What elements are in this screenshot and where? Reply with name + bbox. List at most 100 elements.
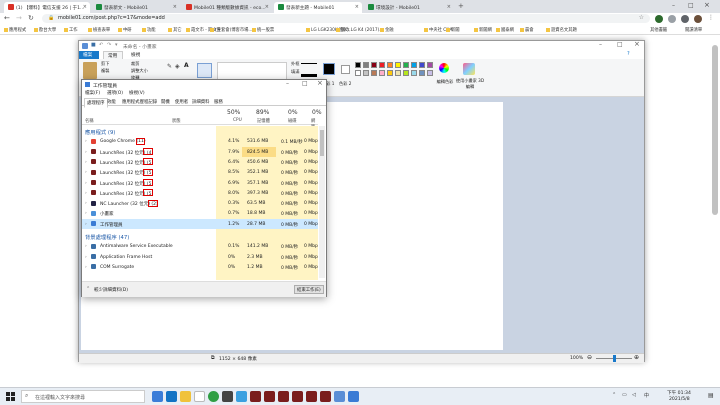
process-row[interactable]: › LaunchRes (32 位元) (5) 6.9% 357.1 MB 0 MB/秒… — [82, 178, 318, 188]
avatar[interactable] — [694, 15, 702, 23]
expand-chevron-icon[interactable]: › — [85, 191, 87, 196]
close-tab-icon[interactable]: × — [265, 4, 269, 10]
palette-color-swatch[interactable] — [371, 62, 377, 68]
back-icon[interactable]: ← — [4, 14, 10, 22]
redo-icon[interactable]: ↷ — [107, 42, 111, 48]
extension-icon[interactable] — [655, 15, 663, 23]
column-memory[interactable]: 記憶體 — [257, 118, 270, 124]
expand-chevron-icon[interactable]: › — [85, 170, 87, 175]
tab-app-history[interactable]: 應用程式歷程記錄 — [122, 99, 157, 105]
bookmark-item[interactable]: 遊資名文其題 — [546, 27, 577, 33]
paint3d-icon[interactable] — [463, 63, 475, 75]
column-disk[interactable]: 磁碟 — [288, 118, 297, 124]
bookmark-item[interactable]: 歐台大學 — [34, 27, 56, 33]
column-cpu[interactable]: CPU — [233, 118, 242, 123]
app-icon[interactable] — [236, 391, 247, 402]
palette-color-swatch[interactable] — [411, 62, 417, 68]
browser-tab[interactable]: 發表新文 - Mobile01 × — [92, 2, 180, 13]
palette-color-swatch[interactable] — [403, 62, 409, 68]
outline-button[interactable]: 外框 — [291, 61, 299, 67]
text-tool-icon[interactable]: A — [184, 62, 189, 69]
launchres-icon[interactable] — [320, 391, 331, 402]
palette-color-swatch[interactable] — [427, 62, 433, 68]
process-row[interactable]: › LaunchRes (32 位元) (4) 7.9% 824.5 MB 0 MB/秒… — [82, 147, 318, 157]
bookmark-item[interactable]: 統一股票 — [252, 27, 274, 33]
process-group-header[interactable]: 應用程式 (9) — [82, 126, 318, 136]
size-icon[interactable] — [301, 63, 317, 77]
close-tab-icon[interactable]: × — [173, 4, 177, 10]
maximize-window-icon[interactable]: □ — [688, 2, 694, 9]
bookmark-item[interactable]: 國泰網 — [496, 27, 514, 33]
home-tab[interactable]: 常用 — [103, 51, 123, 59]
bookmark-item[interactable]: 新聞網 — [474, 27, 492, 33]
palette-color-swatch[interactable] — [379, 62, 385, 68]
close-tab-icon[interactable]: × — [83, 4, 87, 10]
process-row[interactable]: › Application Frame Host 0% 2.3 MB 0 MB/秒 0 M… — [82, 252, 318, 262]
bookmark-item[interactable]: 工作 — [64, 27, 78, 33]
palette-color-swatch[interactable] — [427, 70, 433, 76]
process-row[interactable]: › LaunchRes (32 位元) (5) 6.4% 450.6 MB 0 MB/秒… — [82, 157, 318, 167]
launchres-icon[interactable] — [250, 391, 261, 402]
bookmark-item[interactable]: 晨會 — [520, 27, 534, 33]
fill-icon[interactable]: ◈ — [175, 63, 180, 70]
expand-chevron-icon[interactable]: › — [85, 222, 87, 227]
minimize-window-icon[interactable]: – — [672, 2, 675, 9]
notification-icon[interactable]: ▤ — [708, 392, 714, 399]
tab-users[interactable]: 使用者 — [175, 99, 188, 105]
zoom-in-icon[interactable]: ⊕ — [634, 354, 639, 361]
column-name[interactable]: 名稱 — [85, 118, 94, 124]
maximize-window-icon[interactable]: □ — [302, 80, 308, 87]
clock-date[interactable]: 2021/5/8 — [669, 397, 690, 402]
save-icon[interactable]: ■ — [91, 42, 96, 48]
extension-icon[interactable] — [668, 15, 676, 23]
undo-icon[interactable]: ↶ — [99, 42, 103, 48]
expand-chevron-icon[interactable]: › — [85, 181, 87, 186]
palette-color-swatch[interactable] — [355, 62, 361, 68]
close-tab-icon[interactable]: × — [447, 4, 451, 10]
scrollbar-thumb[interactable] — [320, 130, 324, 156]
bookmark-item[interactable]: 金融 — [380, 27, 394, 33]
extension-icon[interactable] — [681, 15, 689, 23]
copy-button[interactable]: 複製 — [101, 68, 109, 74]
task-view-icon[interactable] — [152, 391, 163, 402]
tab-details[interactable]: 詳細資料 — [192, 99, 210, 105]
cut-button[interactable]: 剪下 — [101, 61, 109, 67]
page-scrollbar[interactable] — [712, 45, 718, 215]
palette-color-swatch[interactable] — [355, 70, 361, 76]
tab-services[interactable]: 服務 — [214, 99, 223, 105]
show-hidden-icons-icon[interactable]: ⌃ — [612, 392, 616, 398]
launchres-icon[interactable] — [306, 391, 317, 402]
shapes-gallery[interactable] — [217, 62, 287, 80]
palette-color-swatch[interactable] — [387, 62, 393, 68]
palette-color-swatch[interactable] — [403, 70, 409, 76]
palette-color-swatch[interactable] — [371, 70, 377, 76]
other-bookmarks[interactable]: 其他書籤 — [650, 27, 667, 33]
start-button[interactable] — [6, 392, 15, 401]
pencil-icon[interactable]: ✎ — [167, 63, 172, 70]
menu-view[interactable]: 檢視(V) — [129, 90, 145, 96]
palette-color-swatch[interactable] — [363, 70, 369, 76]
menu-options[interactable]: 選項(O) — [107, 90, 123, 96]
fewer-details-link[interactable]: 較少詳細資料(D) — [94, 287, 128, 293]
palette-color-swatch[interactable] — [419, 70, 425, 76]
brushes-icon[interactable] — [197, 63, 212, 78]
forward-icon[interactable]: → — [16, 14, 22, 22]
bookmark-item[interactable]: 檢查表單 — [88, 27, 110, 33]
tab-performance[interactable]: 效能 — [107, 99, 116, 105]
resize-button[interactable]: 調整大小 — [131, 68, 148, 74]
expand-chevron-icon[interactable]: › — [85, 244, 87, 249]
process-row[interactable]: › NC Launcher (32 位元) (2) 0.3% 63.5 MB 0 MB/… — [82, 198, 318, 208]
close-tab-icon[interactable]: × — [355, 4, 359, 10]
clock-time[interactable]: 下午 01:34 — [667, 390, 691, 396]
process-row[interactable]: › 工作管理員 1.2% 28.7 MB 0 MB/秒 0 Mbps — [82, 218, 318, 229]
palette-color-swatch[interactable] — [411, 70, 417, 76]
process-row[interactable]: › Antimalware Service Executable 0.1% 141.2… — [82, 241, 318, 251]
bookmark-item[interactable]: 新聞 — [446, 27, 460, 33]
launchres-icon[interactable] — [264, 391, 275, 402]
bookmark-star-icon[interactable]: ☆ — [639, 14, 644, 21]
file-explorer-icon[interactable] — [180, 391, 191, 402]
more-menu-icon[interactable]: ⋮ — [708, 14, 714, 21]
customize-quick-access-icon[interactable]: ▾ — [115, 42, 118, 48]
expand-chevron-icon[interactable]: › — [85, 265, 87, 270]
url-bar[interactable]: 🔒 mobile01.com/post.php?c=17&mode=add ☆ — [42, 14, 650, 23]
